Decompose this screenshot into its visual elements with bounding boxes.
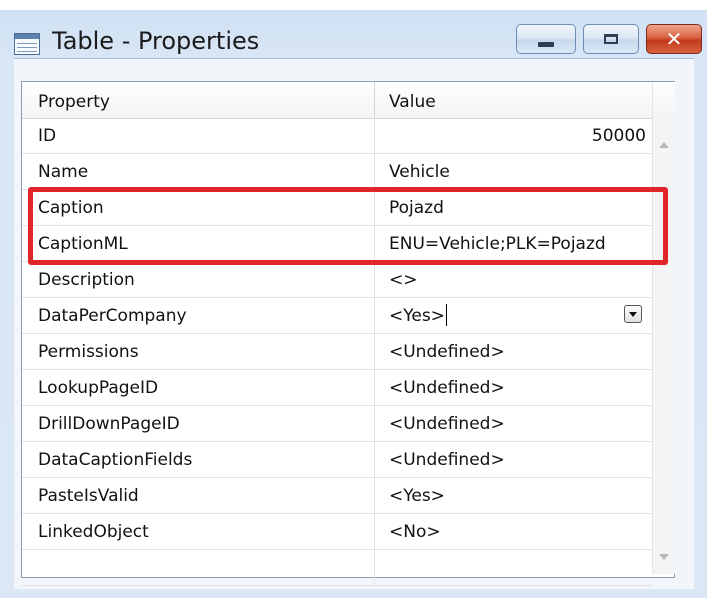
column-header-value[interactable]: Value [375, 82, 652, 118]
property-value[interactable] [375, 550, 652, 585]
property-value[interactable]: <> [375, 262, 652, 297]
property-value[interactable]: <Yes> [375, 478, 652, 513]
property-value[interactable]: <Undefined> [375, 406, 652, 441]
property-name[interactable] [22, 550, 375, 585]
window-title: Table - Properties [52, 27, 260, 55]
table-row[interactable]: PasteIsValid <Yes> [22, 478, 652, 514]
property-value[interactable]: Vehicle [375, 154, 652, 189]
table-row[interactable]: Description <> [22, 262, 652, 298]
property-name[interactable]: DrillDownPageID [22, 406, 375, 441]
property-name[interactable]: Permissions [22, 334, 375, 369]
property-name[interactable]: Name [22, 154, 375, 189]
text-caret [445, 304, 447, 326]
table-row[interactable]: DrillDownPageID <Undefined> [22, 406, 652, 442]
scroll-up-icon[interactable] [659, 142, 669, 148]
property-value[interactable]: <Undefined> [375, 334, 652, 369]
property-value[interactable]: 50000 [375, 118, 646, 153]
table-row[interactable]: DataCaptionFields <Undefined> [22, 442, 652, 478]
property-name[interactable]: DataCaptionFields [22, 442, 375, 477]
minimize-icon [538, 41, 554, 47]
table-row[interactable]: LookupPageID <Undefined> [22, 370, 652, 406]
property-value[interactable]: <No> [375, 514, 652, 549]
property-name[interactable]: DataPerCompany [22, 298, 375, 333]
property-value[interactable]: <Yes> [389, 306, 445, 326]
maximize-icon [604, 34, 618, 44]
table-row[interactable]: ID 50000 [22, 118, 652, 154]
property-value[interactable]: <Undefined> [375, 370, 652, 405]
column-header-property[interactable]: Property [22, 82, 375, 118]
caption-highlight-box [28, 187, 668, 265]
window-top-edge [0, 0, 707, 10]
property-name[interactable]: LookupPageID [22, 370, 375, 405]
table-row[interactable]: Permissions <Undefined> [22, 334, 652, 370]
maximize-button[interactable] [583, 24, 639, 54]
property-name[interactable]: PasteIsValid [22, 478, 375, 513]
property-name[interactable]: LinkedObject [22, 514, 375, 549]
grid-header: Property Value [22, 82, 652, 119]
table-row-selected[interactable]: DataPerCompany <Yes> [22, 298, 652, 334]
close-icon: ✕ [665, 27, 683, 51]
property-name[interactable]: Description [22, 262, 375, 297]
scroll-down-icon[interactable] [659, 554, 669, 560]
close-button[interactable]: ✕ [646, 24, 702, 54]
property-name[interactable]: ID [22, 118, 375, 153]
property-value-editor[interactable]: <Yes> [375, 298, 652, 333]
minimize-button[interactable] [516, 24, 576, 54]
header-corner [652, 82, 675, 119]
table-icon [14, 33, 40, 55]
property-value[interactable]: <Undefined> [375, 442, 652, 477]
table-row[interactable]: Name Vehicle [22, 154, 652, 190]
table-row[interactable]: LinkedObject <No> [22, 514, 652, 550]
table-row-empty[interactable] [22, 550, 652, 586]
chevron-down-icon[interactable] [624, 305, 642, 323]
